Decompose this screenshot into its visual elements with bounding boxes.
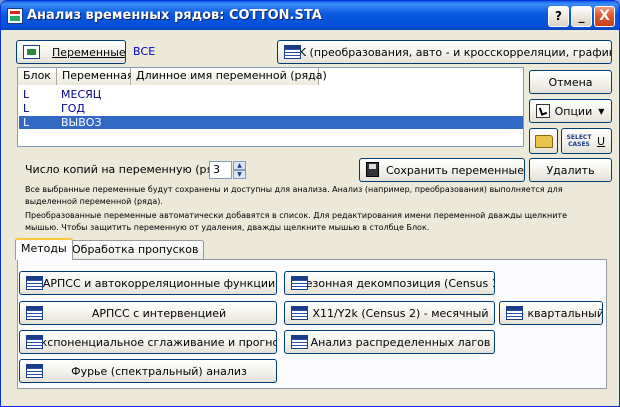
variables-value: ВСЕ	[133, 45, 156, 58]
save-icon	[366, 162, 379, 177]
spreadsheet-icon	[284, 45, 301, 59]
x11-monthly-label: X11/Y2k (Census 2) - месячный	[312, 306, 489, 320]
description-line: Преобразованные переменные автоматически…	[25, 211, 567, 220]
cancel-button-label: Отмена	[548, 75, 593, 89]
row-variable: МЕСЯЦ	[61, 88, 102, 101]
copies-input[interactable]: 3	[209, 161, 232, 179]
quarterly-label: - квартальный	[520, 306, 603, 320]
spreadsheet-icon	[506, 306, 523, 320]
cancel-button[interactable]: Отмена	[529, 70, 612, 94]
folder-icon	[534, 134, 553, 148]
copies-label: Число копий на переменную (ряд):	[25, 163, 229, 176]
seasonal-decomposition-button[interactable]: Сезонная декомпозиция (Census 1)	[284, 271, 495, 295]
minimize-button[interactable]: _	[571, 6, 592, 27]
variables-list-header: Блок Переменная Длинное имя переменной (…	[18, 68, 327, 85]
spin-up-icon[interactable]: ▲	[233, 161, 246, 170]
ok-button-label: OK (преобразования, авто - и кросскоррел…	[290, 45, 612, 59]
row-variable: ГОД	[61, 102, 85, 115]
row-block: L	[23, 116, 30, 129]
tab-methods[interactable]: Методы	[15, 238, 73, 260]
list-item[interactable]: L ГОД	[19, 102, 523, 115]
quarterly-button[interactable]: - квартальный	[499, 301, 603, 325]
distributed-lags-button[interactable]: Анализ распределенных лагов	[284, 330, 495, 354]
save-variables-label: Сохранить переменные	[386, 163, 524, 177]
spreadsheet-icon	[26, 364, 43, 378]
exp-smoothing-label: Экспоненциальное сглаживание и прогноз	[32, 335, 277, 349]
description-line: выделенной переменной (ряда).	[25, 197, 163, 206]
save-variables-button[interactable]: Сохранить переменные	[359, 158, 525, 182]
x11-monthly-button[interactable]: X11/Y2k (Census 2) - месячный	[284, 301, 495, 325]
column-variable[interactable]: Переменная	[57, 68, 134, 85]
variables-icon	[23, 45, 40, 59]
dropdown-arrow-icon: ▼	[598, 106, 605, 116]
help-button[interactable]: ?	[548, 6, 569, 27]
open-folder-button[interactable]	[529, 128, 558, 154]
spreadsheet-icon	[26, 276, 43, 290]
spreadsheet-icon	[291, 306, 308, 320]
close-button[interactable]: X	[594, 6, 615, 27]
exp-smoothing-button[interactable]: Экспоненциальное сглаживание и прогноз	[19, 330, 277, 354]
spreadsheet-icon	[26, 335, 43, 349]
window-title: Анализ временных рядов: COTTON.STA	[27, 8, 322, 23]
row-block: L	[23, 102, 30, 115]
distributed-lags-label: Анализ распределенных лагов	[310, 335, 491, 349]
options-button-label: Опции	[554, 104, 593, 118]
variables-list[interactable]: Блок Переменная Длинное имя переменной (…	[17, 67, 524, 147]
arima-autocorr-button[interactable]: АРПСС и автокорреляционные функции	[19, 271, 277, 295]
column-long-name[interactable]: Длинное имя переменной (ряда)	[131, 68, 327, 85]
seasonal-decomposition-label: Сезонная декомпозиция (Census 1)	[298, 276, 495, 290]
spreadsheet-icon	[291, 335, 308, 349]
select-cases-key: U	[597, 134, 606, 148]
copies-spinner[interactable]: ▲ ▼	[233, 161, 246, 179]
delete-button[interactable]: Удалить	[529, 158, 612, 182]
time-series-dialog: Анализ временных рядов: COTTON.STA ? _ X…	[0, 0, 620, 407]
list-item[interactable]: L МЕСЯЦ	[19, 88, 523, 101]
fourier-button[interactable]: Фурье (спектральный) анализ	[19, 359, 277, 383]
arima-intervention-button[interactable]: АРПСС с интервенцией	[19, 301, 277, 325]
app-icon	[7, 8, 23, 24]
variables-button[interactable]: Переменные	[16, 40, 126, 64]
title-bar[interactable]: Анализ временных рядов: COTTON.STA ? _ X	[1, 1, 619, 30]
select-cases-icon: SELECT CASES	[566, 134, 592, 148]
spreadsheet-icon	[26, 306, 43, 320]
row-block: L	[23, 88, 30, 101]
arima-autocorr-label: АРПСС и автокорреляционные функции	[42, 276, 276, 290]
list-item-selected[interactable]: L ВЫВОЗ	[19, 116, 523, 129]
spreadsheet-icon	[291, 276, 308, 290]
ok-button[interactable]: OK (преобразования, авто - и кросскоррел…	[277, 40, 612, 64]
select-cases-button[interactable]: SELECT CASES U	[561, 128, 612, 154]
arima-intervention-label: АРПСС с интервенцией	[91, 306, 227, 320]
description-line: мышью. Чтобы защитить переменную от удал…	[25, 223, 430, 232]
options-button[interactable]: Опции ▼	[529, 99, 612, 123]
fourier-label: Фурье (спектральный) анализ	[71, 364, 247, 378]
description-line: Все выбранные переменные будут сохранены…	[25, 185, 563, 194]
column-block[interactable]: Блок	[18, 68, 57, 85]
tab-missing-data[interactable]: Обработка пропусков	[66, 240, 205, 260]
delete-button-label: Удалить	[546, 163, 595, 177]
spin-down-icon[interactable]: ▼	[233, 170, 246, 179]
row-variable: ВЫВОЗ	[61, 116, 102, 129]
variables-button-label: Переменные	[52, 45, 126, 59]
options-icon	[536, 104, 550, 118]
